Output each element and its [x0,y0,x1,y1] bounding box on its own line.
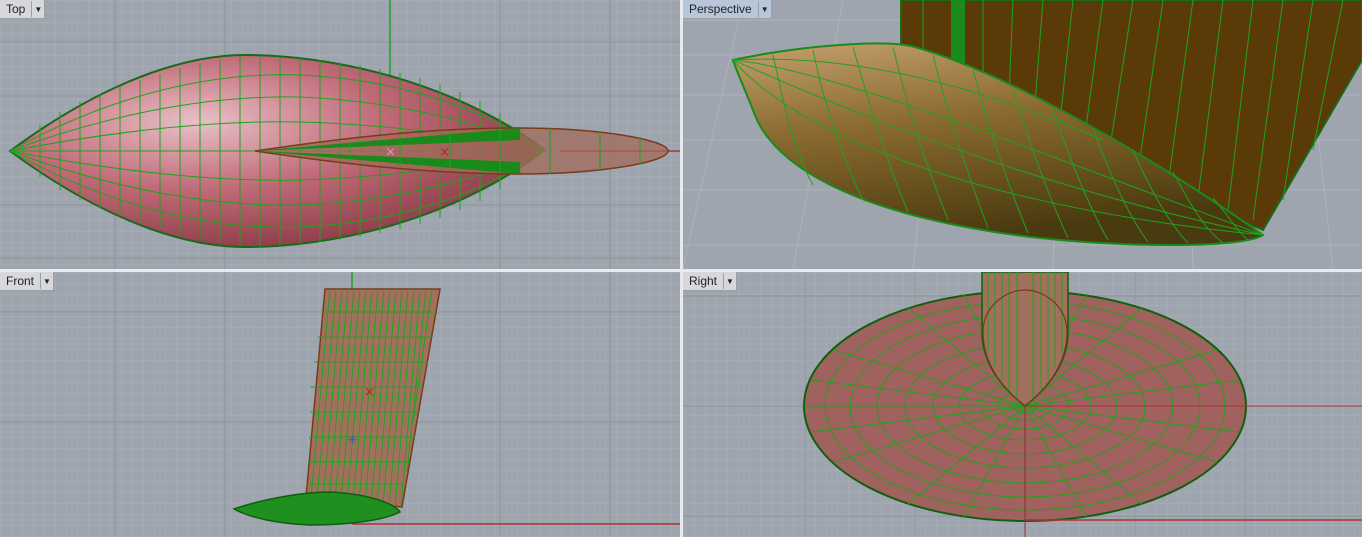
dropdown-arrow-icon[interactable]: ▼ [757,1,771,17]
viewport-splitter-horizontal[interactable] [0,269,1362,272]
viewport-front[interactable]: × ✳ Front ▼ [0,272,680,537]
viewport-tab-top[interactable]: Top ▼ [0,0,46,19]
right-view-canvas[interactable] [683,272,1362,537]
top-view-canvas[interactable]: × × [0,0,680,269]
viewport-tab-front[interactable]: Front ▼ [0,272,55,291]
viewport-title[interactable]: Front [0,274,40,288]
viewport-perspective[interactable]: Perspective ▼ [683,0,1362,269]
centroid-marker-blue: ✳ [347,433,358,448]
viewport-right[interactable]: Right ▼ [683,272,1362,537]
centroid-marker-red: × [364,385,375,400]
perspective-view-canvas[interactable] [683,0,1362,269]
centroid-marker-pink: × [385,145,396,160]
front-view-canvas[interactable]: × ✳ [0,272,680,537]
viewport-tab-perspective[interactable]: Perspective ▼ [683,0,772,19]
dropdown-arrow-icon[interactable]: ▼ [40,273,53,289]
viewport-tab-right[interactable]: Right ▼ [683,272,738,291]
viewport-title[interactable]: Right [683,274,723,288]
viewport-title[interactable]: Top [0,2,31,16]
viewport-title[interactable]: Perspective [683,2,758,16]
dropdown-arrow-icon[interactable]: ▼ [723,273,736,289]
dropdown-arrow-icon[interactable]: ▼ [31,1,44,17]
viewport-top[interactable]: × × Top ▼ [0,0,680,269]
centroid-marker-red: × [439,145,450,160]
